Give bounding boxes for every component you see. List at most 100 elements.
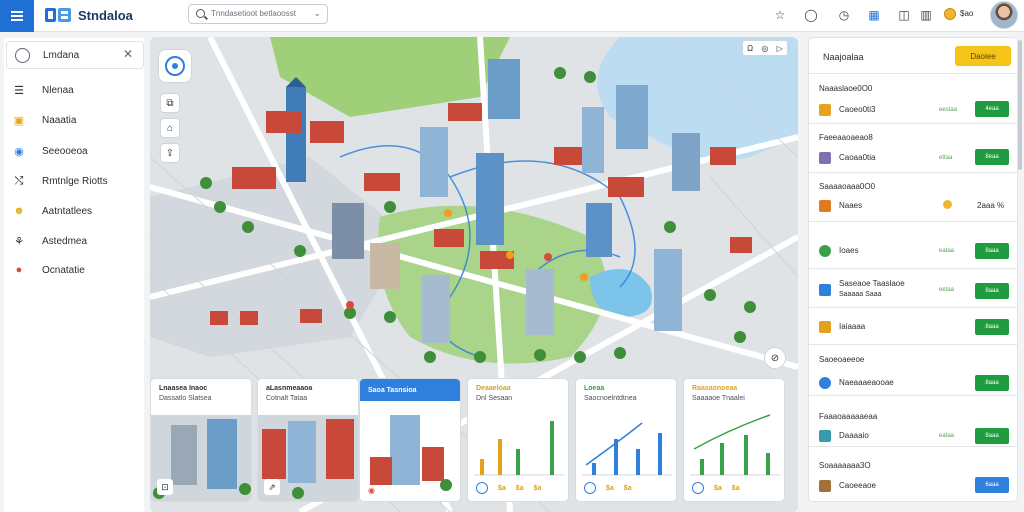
right-panel: Naajoalaa Daoiee Naaaslaoe0O0 Caoeo0ti3 … [808,37,1018,502]
line-chart [690,414,780,476]
sidebar-item-1[interactable]: ☰ Nlenaa [12,79,142,101]
row-action-button[interactable]: 8eaa [975,149,1009,165]
item-icon [819,200,831,212]
chart-icon: ⚘ [14,235,24,248]
pin-icon: ● [15,264,23,276]
open-icon[interactable]: ⊡ [157,479,173,495]
app-title: Stndaloa [78,8,133,23]
list-icon: ☰ [14,84,24,97]
map-pin-icon[interactable]: ⌂ [160,118,180,138]
item-icon [819,245,831,257]
sidebar-item-2[interactable]: ▣ Naaatia [12,109,142,131]
sidebar-item-label: Rmtnlge Riotts [42,175,108,187]
search-input[interactable]: Tnndasetioot betlaoosst ⌄ [188,4,328,24]
stats-card-1[interactable]: Deaaeloaa Dnl Sesaan $a $a $a [467,378,569,502]
card-subtitle: Dassatlo Slatsea [159,395,212,402]
row-name: Ioaes [839,246,859,255]
row-subname: Saaaaa Saaa [839,291,882,298]
map-logo-button[interactable] [158,49,192,83]
row-section: Naaaslaoe0O0 [819,84,873,93]
map-share-icon[interactable]: ⇪ [160,143,180,163]
list-item[interactable]: Faaaoaaaaaeaa Daaaaio eataa 8aaa [809,397,1017,447]
sidebar-item-4[interactable]: ⤭ Rmtnlge Riotts [12,170,142,192]
sidebar-item-label: Nlenaa [42,84,74,96]
location-card-3[interactable]: Saoa Tasnsioa ◉ [359,378,461,502]
sidebar: Lmdana ✕ ☰ Nlenaa ▣ Naaatia ◉ Seeooeoa ⤭… [4,38,144,512]
card-subtitle: Saocnoelntdtnea [584,395,637,402]
share-icon[interactable]: ⇗ [264,479,280,495]
notes-icon[interactable]: ▥ [918,7,934,23]
stats-card-2[interactable]: Loeaa Saocnoelntdtnea $a $a [575,378,677,502]
row-action-button[interactable]: 6aaa [975,477,1009,493]
map-toolbar[interactable]: Ω ◎ ▷ [742,40,788,56]
clock-icon[interactable]: ◷ [836,7,852,23]
row-name: Iaiaaaa [839,322,866,331]
list-item[interactable]: Naaaslaoe0O0 Caoeo0ti3 eestaa 4eaa [809,76,1017,124]
panel-title: Naajoalaa [823,52,864,62]
map-layers-icon[interactable]: ⧉ [160,93,180,113]
row-name: Caoeeaoe [839,481,876,490]
item-icon [819,321,831,333]
card-footer: $a $a [584,481,668,495]
grid-icon[interactable]: ▦ [866,7,882,23]
map-toolbar-icon[interactable]: Ω [747,44,753,53]
item-icon [819,152,831,164]
row-action-button[interactable]: 8aaa [975,243,1009,259]
row-name: Naeaaaeaooae [839,378,894,387]
map-locate-icon[interactable]: ⊘ [764,347,786,369]
profile-icon [15,48,30,63]
card-subtitle: Dnl Sesaan [476,395,513,402]
row-meta: eataa [939,248,955,254]
metric-value: $a [498,484,506,492]
sidebar-header-label: Lmdana [43,50,80,61]
card-footer: $a $a [692,481,776,495]
row-meta: eestaa [939,107,958,113]
row-section: Soaaaaaaa3O [819,461,871,470]
row-action-button[interactable]: 8aaa [975,375,1009,391]
row-action-button[interactable]: 8aaa [975,319,1009,335]
sidebar-item-label: Naaatia [42,114,77,126]
sidebar-item-3[interactable]: ◉ Seeooeoa [12,140,142,162]
list-item[interactable]: Iaiaaaa 8aaa [809,309,1017,345]
list-item[interactable]: Saoeoaeeoe Naeaaaeaooae 8aaa [809,346,1017,396]
row-name: Naaes [839,201,863,210]
chevron-down-icon[interactable]: ⌄ [313,8,321,19]
app-logo [45,8,71,22]
chat-icon[interactable]: ◯ [803,7,819,23]
map-toolbar-icon[interactable]: ◎ [761,44,768,53]
sidebar-item-7[interactable]: ● Ocnatatie [12,259,142,281]
star-icon[interactable]: ☆ [772,7,788,23]
item-icon [819,480,831,492]
stats-card-3[interactable]: Raasaonoeaa Saaaaoe Tnaalei $a $a [683,378,785,502]
sidebar-item-5[interactable]: ☻ Aatntatlees [12,200,142,222]
row-name: Caoaa0tia [839,153,876,162]
card-footer: $a $a $a [476,481,560,495]
list-item[interactable]: Soaaaaaaa3O Caoeeaoe 6aaa [809,448,1017,501]
metric-icon [584,482,596,494]
panel-scrollbar[interactable] [1018,40,1022,170]
layout-icon[interactable]: ◫ [896,7,912,23]
sidebar-item-6[interactable]: ⚘ Astedmea [12,230,142,252]
hamburger-menu-button[interactable] [0,0,34,32]
location-card-2[interactable]: aLasnmeaaoa Cotnalt Tataa ⇗ [257,378,359,502]
row-action-button[interactable]: 8aaa [975,283,1009,299]
coin-icon [944,8,956,20]
location-card-1[interactable]: Lnaasea Inaoc Dassatlo Slatsea ⊡ [150,378,252,502]
panel-header-button[interactable]: Daoiee [955,46,1011,66]
map-toolbar-icon[interactable]: ▷ [777,44,783,53]
avatar[interactable] [990,1,1018,29]
sidebar-item-label: Seeooeoa [42,145,88,157]
list-item[interactable]: Faeeaaoaeao8 Caoaa0tia ettaa 8eaa [809,125,1017,173]
card-title: aLasnmeaaoa [266,385,313,392]
list-item[interactable]: Saaaaoaaa0O0 Naaes 2aaa % [809,174,1017,222]
row-action-button[interactable]: 8aaa [975,428,1009,444]
close-icon[interactable]: ✕ [123,47,133,61]
sidebar-header: Lmdana ✕ [6,41,144,69]
card-title: Raasaonoeaa [692,385,738,392]
row-action-button[interactable]: 4eaa [975,101,1009,117]
list-item[interactable]: Ioaes eataa 8aaa [809,223,1017,269]
metric-value: $a [515,484,524,492]
list-item[interactable]: Saseaoe Taaslaoe Saaaaa Saaa eetaa 8aaa [809,270,1017,308]
row-section: Saaaaoaaa0O0 [819,182,876,191]
row-value: 2aaa % [977,201,1005,210]
